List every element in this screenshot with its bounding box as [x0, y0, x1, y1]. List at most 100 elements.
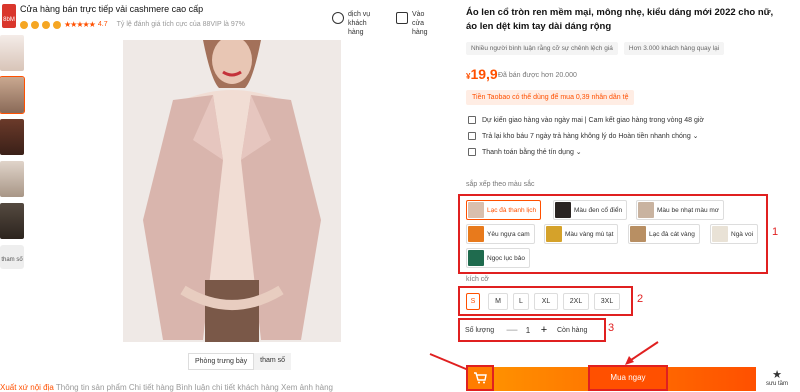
- product-tags: Nhiều người bình luận rằng cỡ sự chênh l…: [466, 42, 725, 55]
- color-option-label: Ngọc lục bảo: [487, 254, 525, 262]
- store-icon: [396, 12, 408, 24]
- thumbnail[interactable]: [0, 203, 24, 239]
- customer-service-label: dịch vụ khách hàng: [348, 10, 370, 37]
- color-swatch: [468, 250, 484, 266]
- label-line: dịch vụ: [348, 11, 371, 18]
- tab-showroom[interactable]: Phòng trưng bày: [188, 353, 255, 370]
- coat-photo: [123, 40, 341, 342]
- product-page: 8bM Cửa hàng bán trực tiếp vải cashmere …: [0, 0, 800, 392]
- color-options: Lạc đà thanh lịch Màu đen cổ điển Màu be…: [458, 194, 768, 274]
- visit-store-label: Vào cửa hàng: [412, 10, 428, 37]
- size-option[interactable]: L: [513, 293, 529, 310]
- color-swatch: [555, 202, 571, 218]
- store-logo[interactable]: 8bM: [2, 4, 16, 28]
- return-policy[interactable]: Trả lại kho báu 7 ngày trả hàng không lý…: [468, 132, 699, 140]
- payment-info[interactable]: Thanh toán bằng thẻ tín dụng ⌄: [468, 148, 582, 156]
- tag[interactable]: Hơn 3.000 khách hàng quay lại: [623, 42, 725, 55]
- product-title: Áo len cổ tròn ren mềm mại, mông nhẹ, ki…: [466, 7, 774, 32]
- quantity-label: Số lượng: [465, 326, 495, 334]
- badge-icon: [20, 20, 28, 29]
- color-swatch: [638, 202, 654, 218]
- truck-icon: [468, 116, 476, 124]
- thumbnail[interactable]: [0, 35, 24, 71]
- tag[interactable]: Nhiều người bình luận rằng cỡ sự chênh l…: [466, 42, 618, 55]
- rating-stars: ★★★★★: [64, 20, 96, 29]
- thumbnail-active[interactable]: [0, 76, 25, 114]
- thumbnail[interactable]: [0, 161, 24, 197]
- add-to-cart-button[interactable]: [466, 365, 494, 391]
- label-line: hàng: [412, 29, 428, 36]
- sold-count: Đã bán được hơn 20.000: [498, 72, 577, 79]
- buy-now-button[interactable]: Mua ngay: [588, 365, 668, 391]
- shield-icon: [468, 132, 476, 140]
- footer-nav: Xuất xứ nội địa Thông tin sản phẩm Chi t…: [0, 383, 440, 392]
- quantity-minus-button[interactable]: —: [505, 324, 519, 336]
- color-option-label: Yêu ngựa cam: [487, 230, 530, 238]
- view-tabs: Phòng trưng bày tham số: [188, 353, 292, 370]
- cart-icon: [474, 372, 487, 384]
- visit-store-button[interactable]: Vào cửa hàng: [396, 10, 428, 37]
- color-option[interactable]: Lạc đà cát vàng: [628, 224, 700, 244]
- color-swatch: [468, 202, 484, 218]
- color-option[interactable]: Yêu ngựa cam: [466, 224, 535, 244]
- store-name[interactable]: Cửa hàng bán trực tiếp vải cashmere cao …: [20, 4, 203, 14]
- thumbnail-list: tham số: [0, 35, 25, 269]
- color-swatch: [546, 226, 562, 242]
- product-main-image[interactable]: [123, 40, 341, 342]
- rating-score: 4.7: [97, 21, 108, 28]
- size-option[interactable]: S: [466, 293, 480, 310]
- annotation-number: 2: [637, 293, 644, 305]
- size-section-label: kích cỡ: [466, 276, 489, 283]
- label-line: khách: [348, 20, 367, 27]
- wishlist-label: sưu tầm: [765, 381, 789, 387]
- color-swatch: [712, 226, 728, 242]
- badge-icon: [53, 20, 61, 29]
- payment-text: Thanh toán bằng thẻ tín dụng ⌄: [482, 149, 582, 156]
- label-line: cửa: [412, 20, 425, 27]
- thumbnail[interactable]: [0, 119, 24, 155]
- price-value: 19,9: [470, 66, 498, 82]
- color-option[interactable]: Màu vàng mù tạt: [544, 224, 619, 244]
- size-option[interactable]: 3XL: [594, 293, 620, 310]
- delivery-text: Dự kiến giao hàng vào ngày mai | Cam kết…: [482, 116, 705, 124]
- return-text: Trả lại kho báu 7 ngày trả hàng không lý…: [482, 133, 699, 140]
- price: ¥19,9: [466, 66, 498, 82]
- color-option[interactable]: Màu đen cổ điển: [553, 200, 628, 220]
- stock-status: Còn hàng: [557, 326, 588, 334]
- store-rating: ★★★★★ 4.7 Tỷ lệ đánh giá tích cực của 88…: [20, 20, 245, 29]
- rating-text: Tỷ lệ đánh giá tích cực của 88VIP là 97%: [116, 21, 245, 28]
- tab-params[interactable]: tham số: [254, 353, 292, 370]
- badge-icon: [42, 20, 50, 29]
- customer-service-button[interactable]: dịch vụ khách hàng: [332, 10, 370, 37]
- size-options: S M L XL 2XL 3XL: [458, 286, 633, 316]
- size-option[interactable]: M: [488, 293, 508, 310]
- badge-icon: [31, 20, 39, 29]
- wishlist-button[interactable]: ★ sưu tầm: [762, 369, 792, 388]
- delivery-info: Dự kiến giao hàng vào ngày mai | Cam kết…: [468, 116, 704, 124]
- color-option[interactable]: Lạc đà thanh lịch: [466, 200, 542, 220]
- color-option-label: Lạc đà cát vàng: [649, 230, 695, 238]
- label-line: Vào: [412, 11, 425, 18]
- color-option-label: Màu be nhạt màu mơ: [657, 206, 720, 214]
- color-option[interactable]: Màu be nhạt màu mơ: [636, 200, 725, 220]
- quantity-plus-button[interactable]: +: [537, 324, 551, 336]
- color-option[interactable]: Ngà voi: [710, 224, 759, 244]
- size-option[interactable]: 2XL: [563, 293, 589, 310]
- color-section-label: sắp xếp theo màu sắc: [466, 181, 535, 188]
- star-icon: ★: [772, 369, 782, 381]
- thumbnail-more-button[interactable]: tham số: [0, 245, 24, 269]
- size-option[interactable]: XL: [534, 293, 558, 310]
- color-option-label: Ngà voi: [731, 230, 754, 238]
- promo-banner: Tiền Taobao có thể dùng để mua 0,39 nhân…: [466, 90, 635, 105]
- quantity-stepper: Số lượng — 1 + Còn hàng: [458, 318, 606, 342]
- quantity-input[interactable]: 1: [519, 326, 537, 335]
- color-option-label: Màu vàng mù tạt: [565, 230, 614, 238]
- annotation-number: 3: [608, 322, 615, 334]
- color-swatch: [630, 226, 646, 242]
- store-logo-text: 8bM: [3, 17, 15, 23]
- headset-icon: [332, 12, 344, 24]
- label-line: hàng: [348, 29, 364, 36]
- footer-nav-links[interactable]: Thông tin sản phẩm Chi tiết hàng Bình lu…: [56, 383, 333, 392]
- origin-label: Xuất xứ nội địa: [0, 383, 54, 392]
- color-option[interactable]: Ngọc lục bảo: [466, 248, 530, 268]
